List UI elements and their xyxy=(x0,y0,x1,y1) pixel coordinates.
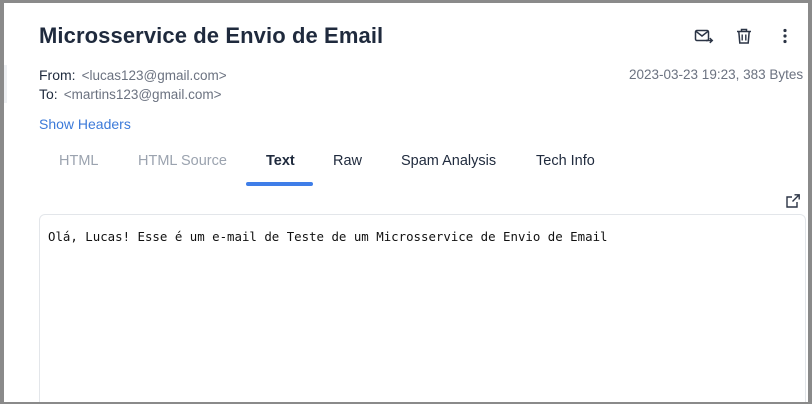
open-in-new-window-button[interactable] xyxy=(785,193,801,209)
active-tab-indicator xyxy=(246,182,313,186)
tab-html[interactable]: HTML xyxy=(59,153,98,169)
tab-spam-analysis[interactable]: Spam Analysis xyxy=(401,153,496,169)
tab-text[interactable]: Text xyxy=(266,153,295,169)
show-headers-link[interactable]: Show Headers xyxy=(39,116,131,132)
more-options-button[interactable] xyxy=(774,25,796,47)
to-label: To: xyxy=(39,86,58,102)
tab-raw[interactable]: Raw xyxy=(333,153,362,169)
from-label: From: xyxy=(39,67,76,83)
message-tabs: HTML HTML Source Text Raw Spam Analysis … xyxy=(39,143,799,187)
delete-button[interactable] xyxy=(733,25,755,47)
to-row: To: <martins123@gmail.com> xyxy=(39,86,221,102)
email-subject: Microsservice de Envio de Email xyxy=(39,23,384,48)
forward-mail-button[interactable] xyxy=(693,25,715,47)
message-body-panel: Olá, Lucas! Esse é um e-mail de Teste de… xyxy=(39,214,806,402)
to-address: <martins123@gmail.com> xyxy=(63,87,222,102)
tab-tech-info[interactable]: Tech Info xyxy=(536,153,595,169)
forward-mail-icon xyxy=(694,29,714,44)
message-body-text: Olá, Lucas! Esse é um e-mail de Teste de… xyxy=(48,229,608,244)
trash-icon xyxy=(737,28,751,44)
email-viewer: Microsservice de Envio de Email From: <lu… xyxy=(4,3,808,402)
from-address: <lucas123@gmail.com> xyxy=(81,68,227,83)
sidebar-edge xyxy=(4,65,7,103)
from-row: From: <lucas123@gmail.com> xyxy=(39,67,227,83)
tab-html-source[interactable]: HTML Source xyxy=(138,153,227,169)
external-link-icon xyxy=(786,194,800,208)
more-vertical-icon xyxy=(783,28,787,44)
date-size-info: 2023-03-23 19:23, 383 Bytes xyxy=(629,67,804,82)
